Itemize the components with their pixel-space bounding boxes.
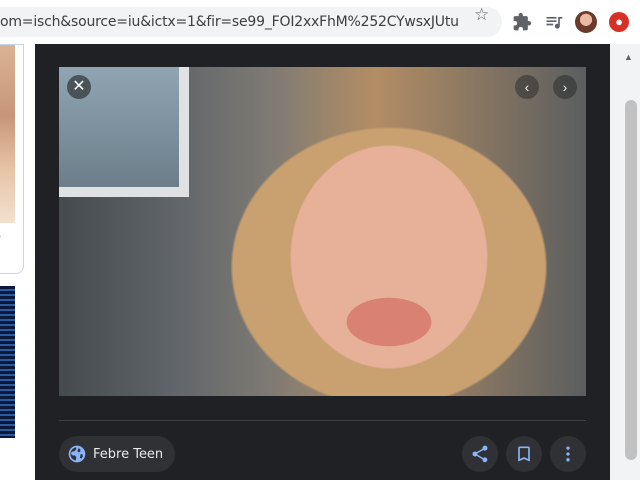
media-queue-icon[interactable] — [544, 12, 564, 32]
more-vert-icon — [566, 446, 570, 462]
url-text[interactable]: om=isch&source=iu&ictx=1&fir=se99_FOI2xx… — [0, 14, 460, 30]
previous-image-button[interactable]: ‹ — [515, 75, 539, 99]
results-strip: ... — [0, 44, 35, 480]
more-options-button[interactable] — [550, 436, 586, 472]
next-image-button[interactable]: › — [553, 75, 577, 99]
profile-avatar[interactable] — [575, 11, 597, 33]
scroll-up-arrow-icon[interactable]: ▲ — [624, 52, 633, 62]
source-label: Febre Teen — [93, 446, 164, 462]
close-button[interactable]: ✕ — [67, 75, 91, 99]
save-button[interactable] — [506, 436, 542, 472]
share-icon — [472, 445, 488, 463]
result-thumbnail-card-2[interactable] — [0, 286, 15, 438]
share-button[interactable] — [462, 436, 498, 472]
extension-badge-icon[interactable]: ● — [609, 12, 629, 32]
source-chip[interactable]: Febre Teen — [59, 436, 176, 472]
puzzle-icon[interactable] — [512, 12, 532, 32]
bookmark-icon — [518, 446, 530, 462]
address-bar[interactable]: om=isch&source=iu&ictx=1&fir=se99_FOI2xx… — [0, 7, 502, 37]
result-thumbnail-card[interactable]: ... — [0, 44, 24, 274]
star-icon[interactable]: ☆ — [474, 5, 489, 25]
globe-icon — [68, 445, 86, 463]
result-caption: ... — [0, 229, 1, 240]
image-preview-panel: ✕ ‹ › Febre Teen — [35, 44, 610, 480]
scrollbar-thumb[interactable] — [625, 100, 637, 460]
result-thumbnail-image[interactable] — [0, 45, 15, 223]
preview-image[interactable]: ✕ ‹ › — [59, 67, 586, 396]
browser-toolbar: om=isch&source=iu&ictx=1&fir=se99_FOI2xx… — [0, 0, 640, 45]
panel-divider — [59, 420, 586, 421]
